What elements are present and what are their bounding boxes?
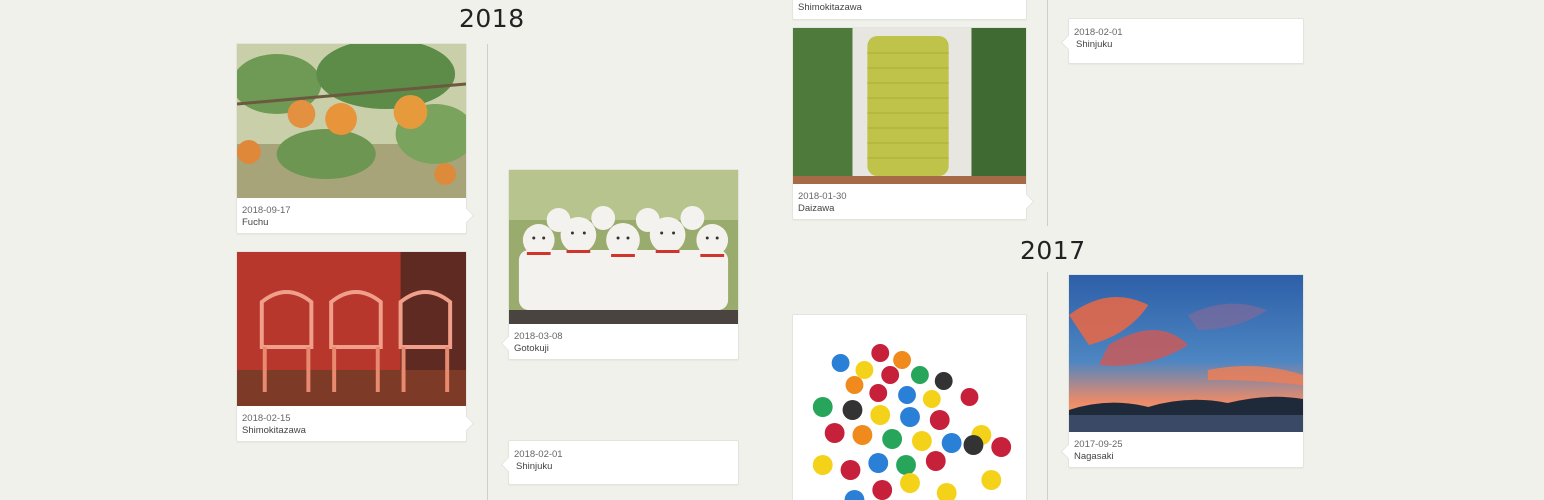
card-date: 2018-01-30 [798, 191, 847, 202]
card-date: 2018-02-15 [242, 413, 291, 424]
photo-card-fuchu[interactable]: 2018-09-17 Fuchu [236, 43, 467, 234]
text-card-shimokitazawa-top[interactable]: Shimokitazawa [792, 0, 1027, 20]
year-heading-2017: 2017 [1020, 236, 1086, 265]
card-place: Shimokitazawa [798, 2, 862, 13]
year-heading-2018: 2018 [459, 4, 525, 33]
card-date: 2018-02-01 [1074, 27, 1123, 38]
candies-photo [793, 315, 1026, 500]
card-place: Fuchu [242, 217, 269, 228]
photo-card-daizawa[interactable]: 2018-01-30 Daizawa [792, 27, 1027, 220]
card-date: 2018-03-08 [514, 331, 563, 342]
text-card-shinjuku-right[interactable]: 2018-02-01 Shinjuku [1068, 18, 1304, 64]
timeline-axis-right-bottom [1047, 272, 1048, 500]
persimmon-tree-photo [237, 44, 466, 198]
sunset-photo [1069, 275, 1303, 432]
card-place: Gotokuji [514, 343, 549, 354]
text-card-shinjuku[interactable]: 2018-02-01 Shinjuku [508, 440, 739, 485]
card-place: Shinjuku [1076, 39, 1113, 50]
card-date: 2018-02-01 [514, 449, 563, 460]
photo-card-nagasaki[interactable]: 2017-09-25 Nagasaki [1068, 274, 1304, 468]
red-chairs-photo [237, 252, 466, 406]
photo-card-gotokuji[interactable]: 2018-03-08 Gotokuji [508, 169, 739, 360]
card-place: Nagasaki [1074, 451, 1114, 462]
timeline-axis-left [487, 44, 488, 500]
card-date: 2017-09-25 [1074, 439, 1123, 450]
yellow-shutter-photo [793, 28, 1026, 184]
photo-card-shimokitazawa[interactable]: 2018-02-15 Shimokitazawa [236, 251, 467, 442]
card-place: Shinjuku [516, 461, 553, 472]
timeline-axis-right-top [1047, 0, 1048, 226]
card-place: Shimokitazawa [242, 425, 306, 436]
card-date: 2018-09-17 [242, 205, 291, 216]
photo-card-candies[interactable] [792, 314, 1027, 500]
maneki-neko-photo [509, 170, 738, 324]
card-place: Daizawa [798, 203, 835, 214]
